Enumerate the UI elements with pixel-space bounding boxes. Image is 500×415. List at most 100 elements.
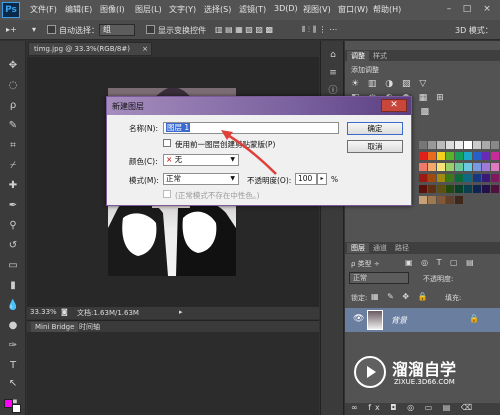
document-tab-title: timg.jpg @ 33.3%(RGB/8#) bbox=[34, 45, 130, 53]
dodge-icon[interactable]: ● bbox=[5, 319, 21, 333]
percent-sign: % bbox=[331, 175, 339, 184]
tab-layers[interactable]: 图层 bbox=[347, 243, 369, 253]
marquee-icon[interactable]: ◌ bbox=[5, 79, 21, 93]
info-icon[interactable]: ◙ bbox=[61, 308, 68, 316]
bottom-panel-tabs: Mini Bridge 时间轴 bbox=[27, 320, 319, 332]
move-icon[interactable]: ✥ bbox=[5, 59, 21, 73]
layer-row-background[interactable]: 👁 背景 🔒 bbox=[345, 308, 500, 332]
chevron-down-icon: ▼ bbox=[230, 156, 235, 163]
layers-tabs: 图层 通道 路径 bbox=[345, 242, 500, 254]
transform-checkbox[interactable] bbox=[146, 25, 155, 34]
layer-filter-icons[interactable]: ▣ ◎ T ▢ ▤ bbox=[405, 258, 477, 267]
tab-channels[interactable]: 通道 bbox=[369, 243, 391, 253]
menu-layer[interactable]: 图层(L) bbox=[135, 4, 162, 15]
menu-3d[interactable]: 3D(D) bbox=[274, 4, 298, 13]
watermark-name: 溜溜自学 bbox=[392, 360, 457, 379]
auto-select-value: 组 bbox=[103, 25, 111, 34]
tool-bar: ✥ ◌ ρ ✎ ⌗ ⌿ ✚ ✒ ⚲ ↺ ▭ ▮ 💧 ● ✑ T ↖ ▬ bbox=[0, 41, 26, 415]
distribute-icons[interactable]: ⫴ ⫶ ⫼ ⋮ ⋯ bbox=[302, 25, 337, 35]
lock-icons[interactable]: ▦ ✎ ✥ 🔒 bbox=[371, 292, 431, 301]
swatches-grid[interactable] bbox=[419, 141, 499, 231]
clip-mask-checkbox[interactable] bbox=[163, 139, 171, 147]
layer-name-input[interactable]: 图层 1 bbox=[163, 122, 339, 134]
visibility-eye-icon[interactable]: 👁 bbox=[353, 314, 364, 324]
tab-styles[interactable]: 样式 bbox=[369, 51, 391, 61]
status-bar: 33.33% ◙ 文档:1.63M/1.63M ▸ bbox=[27, 307, 319, 319]
path-select-icon[interactable]: ↖ bbox=[5, 377, 21, 391]
history-icon[interactable]: ⌂ bbox=[326, 49, 340, 61]
crop-icon[interactable]: ⌗ bbox=[5, 139, 21, 153]
menu-select[interactable]: 选择(S) bbox=[204, 4, 231, 15]
minimize-icon[interactable]: – bbox=[442, 2, 456, 16]
healing-icon[interactable]: ✚ bbox=[5, 179, 21, 193]
dialog-title: 新建图层 bbox=[112, 102, 144, 111]
lock-label: 锁定: bbox=[351, 294, 368, 302]
adjustment-icons-row1[interactable]: ☀ ▥ ◑ ▨ ▽ bbox=[351, 79, 429, 89]
document-close-icon[interactable]: × bbox=[142, 43, 148, 55]
menu-filter[interactable]: 滤镜(T) bbox=[239, 4, 266, 15]
layer-lock-icon: 🔒 bbox=[469, 314, 479, 323]
move-tool-icon[interactable]: ▸+ bbox=[6, 25, 17, 34]
background-color-icon[interactable] bbox=[12, 404, 21, 413]
new-layer-dialog: 新建图层 ✕ 名称(N): 图层 1 确定 取消 使用前一图层创建剪贴蒙版(P)… bbox=[106, 96, 412, 206]
zoom-level[interactable]: 33.33% bbox=[30, 308, 57, 316]
document-tab[interactable]: timg.jpg @ 33.3%(RGB/8#) × bbox=[28, 42, 152, 56]
gradient-icon[interactable]: ▮ bbox=[5, 279, 21, 293]
menu-file[interactable]: 文件(F) bbox=[30, 4, 57, 15]
blend-mode-dropdown[interactable]: 正常 bbox=[349, 272, 409, 284]
mode-dropdown[interactable]: 正常 ▼ bbox=[163, 173, 239, 185]
neutral-fill-checkbox[interactable] bbox=[163, 190, 171, 198]
ok-button[interactable]: 确定 bbox=[347, 122, 403, 135]
dialog-close-icon[interactable]: ✕ bbox=[381, 99, 407, 112]
tab-timeline[interactable]: 时间轴 bbox=[75, 322, 104, 332]
properties-icon[interactable]: ≡ bbox=[326, 67, 340, 79]
opacity-slider-toggle[interactable]: ▸ bbox=[317, 173, 327, 185]
brush-icon[interactable]: ✒ bbox=[5, 199, 21, 213]
auto-select-label: 自动选择： bbox=[59, 26, 99, 35]
layer-name[interactable]: 背景 bbox=[391, 315, 407, 326]
history-brush-icon[interactable]: ↺ bbox=[5, 239, 21, 253]
options-bar: ▸+ ▾ 自动选择： 组 显示变换控件 ▥ ▤ ▦ ▧ ▨ ▩ ⫴ ⫶ ⫼ ⋮ … bbox=[0, 20, 500, 40]
menu-edit[interactable]: 编辑(E) bbox=[65, 4, 92, 15]
layer-thumbnail bbox=[367, 310, 383, 330]
cancel-button[interactable]: 取消 bbox=[347, 140, 403, 153]
blur-icon[interactable]: 💧 bbox=[5, 299, 21, 313]
chevron-down-icon: ▼ bbox=[230, 175, 235, 182]
photoshop-logo: Ps bbox=[2, 2, 20, 18]
maximize-icon[interactable]: □ bbox=[460, 2, 474, 16]
menu-window[interactable]: 窗口(W) bbox=[338, 4, 368, 15]
menu-image[interactable]: 图像(I) bbox=[100, 4, 125, 15]
menu-view[interactable]: 视图(V) bbox=[303, 4, 331, 15]
mode-label: 模式(M): bbox=[129, 176, 159, 185]
stamp-icon[interactable]: ⚲ bbox=[5, 219, 21, 233]
opacity-label: 不透明度: bbox=[423, 275, 454, 283]
fill-label: 填充: bbox=[445, 294, 462, 302]
align-icons[interactable]: ▥ ▤ ▦ ▧ ▨ ▩ bbox=[215, 25, 273, 34]
close-icon[interactable]: × bbox=[480, 2, 494, 16]
eraser-icon[interactable]: ▭ bbox=[5, 259, 21, 273]
layer-filter-label[interactable]: ρ 类型 ÷ bbox=[351, 259, 380, 269]
tab-paths[interactable]: 路径 bbox=[391, 243, 413, 253]
add-adjustment-label: 添加调整 bbox=[351, 66, 379, 74]
menu-type[interactable]: 文字(Y) bbox=[169, 4, 196, 15]
type-icon[interactable]: T bbox=[5, 359, 21, 373]
menu-help[interactable]: 帮助(H) bbox=[373, 4, 401, 15]
opacity-input[interactable]: 100 bbox=[295, 173, 317, 185]
bottom-panel bbox=[27, 332, 319, 415]
tab-mini-bridge[interactable]: Mini Bridge bbox=[31, 322, 79, 332]
color-dropdown[interactable]: × 无 ▼ bbox=[163, 154, 239, 166]
transform-label: 显示变换控件 bbox=[158, 26, 206, 35]
tab-adjustments[interactable]: 调整 bbox=[347, 51, 369, 61]
auto-select-checkbox[interactable] bbox=[47, 25, 56, 34]
tool-preset-icon[interactable]: ▾ bbox=[32, 25, 36, 34]
quick-select-icon[interactable]: ✎ bbox=[5, 119, 21, 133]
auto-select-dropdown[interactable]: 组 bbox=[99, 24, 135, 36]
watermark-logo: 溜溜自学 ZIXUE.3D66.COM bbox=[354, 354, 494, 398]
lasso-icon[interactable]: ρ bbox=[5, 99, 21, 113]
eyedropper-icon[interactable]: ⌿ bbox=[5, 159, 21, 173]
dialog-title-bar[interactable]: 新建图层 ✕ bbox=[107, 97, 411, 115]
pen-icon[interactable]: ✑ bbox=[5, 339, 21, 353]
status-menu-icon[interactable]: ▸ bbox=[179, 308, 183, 316]
mode-value: 正常 bbox=[166, 174, 181, 183]
layer-actions[interactable]: ∞ fx ◘ ◎ ▭ ▤ ⌫ bbox=[345, 403, 500, 415]
